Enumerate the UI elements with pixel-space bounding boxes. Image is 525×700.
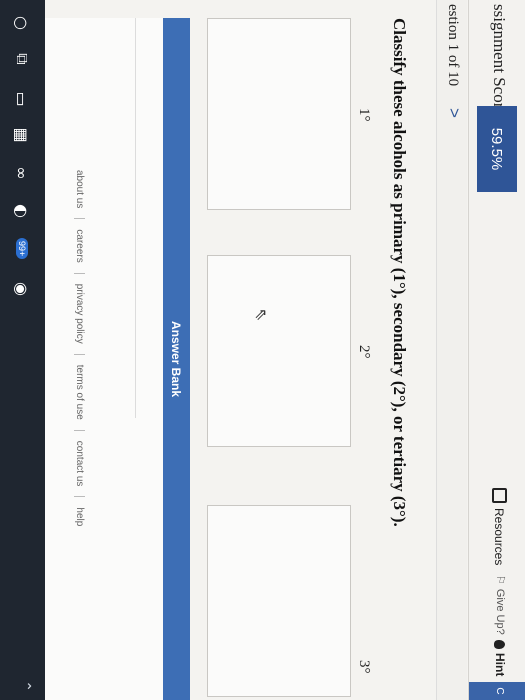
resources-icon xyxy=(492,488,507,503)
corner-button[interactable]: C xyxy=(469,682,525,700)
drop-zone-primary[interactable] xyxy=(207,18,351,210)
category-label-tertiary: 3° xyxy=(356,660,372,674)
chrome-icon[interactable]: ◉ xyxy=(11,278,33,300)
answer-bank-title: Answer Bank xyxy=(163,18,190,700)
question-number: estion 1 of 10 xyxy=(445,4,461,87)
give-up-icon: ⚐ xyxy=(494,575,506,585)
file-explorer-icon[interactable]: ▭ xyxy=(11,88,33,110)
drop-zone-tertiary[interactable] xyxy=(207,505,351,697)
screen-photo: ssignment Score: 59.5% Resources ⚐ Give … xyxy=(0,0,525,700)
link-app-icon[interactable]: ∞ xyxy=(11,162,33,184)
question-prompt: Classify these alcohols as primary (1°),… xyxy=(390,18,409,527)
mouse-cursor-icon: ⇖ xyxy=(252,308,271,322)
drop-zone-secondary[interactable] xyxy=(207,255,351,447)
store-icon[interactable]: ▦ xyxy=(11,124,33,146)
edge-browser-icon[interactable]: ◐ xyxy=(11,200,33,222)
mail-badge[interactable]: 99+ xyxy=(11,238,33,260)
resources-label: Resources xyxy=(492,508,507,566)
footer-link-about[interactable]: about us xyxy=(74,170,85,220)
notification-count: 99+ xyxy=(16,238,28,260)
task-view-icon[interactable]: ⧉ xyxy=(11,48,33,70)
footer-link-terms[interactable]: terms of use xyxy=(74,364,85,431)
hint-label: Hint xyxy=(493,653,507,677)
category-label-secondary: 2° xyxy=(356,345,372,359)
answer-bank-divider xyxy=(135,18,136,418)
top-bar: ssignment Score: 59.5% Resources ⚐ Give … xyxy=(468,0,525,700)
give-up-label: Give Up? xyxy=(494,588,507,635)
footer-link-contact[interactable]: contact us xyxy=(74,440,85,498)
assignment-score-label: ssignment Score: xyxy=(490,4,509,121)
footer-link-careers[interactable]: careers xyxy=(74,229,85,274)
hint-button[interactable]: Hint xyxy=(493,640,507,676)
question-nav: estion 1 of 10 > xyxy=(436,0,467,700)
taskbar: ○ ⧉ ▭ ▦ ∞ ◐ 99+ ◉ ⌃ xyxy=(0,0,45,700)
resources-button[interactable]: Resources xyxy=(492,488,507,565)
system-tray-chevron-icon[interactable]: ⌃ xyxy=(17,680,33,692)
footer-link-help[interactable]: help xyxy=(74,507,85,536)
assignment-score-value: 59.5% xyxy=(477,106,517,192)
footer-links: about us careers privacy policy terms of… xyxy=(74,170,85,536)
next-question-button[interactable]: > xyxy=(444,108,464,118)
search-icon[interactable]: ○ xyxy=(11,12,33,34)
lightbulb-icon xyxy=(494,640,506,649)
footer-link-privacy[interactable]: privacy policy xyxy=(74,283,85,355)
category-label-primary: 1° xyxy=(356,108,372,122)
give-up-button[interactable]: ⚐ Give Up? xyxy=(494,575,507,635)
